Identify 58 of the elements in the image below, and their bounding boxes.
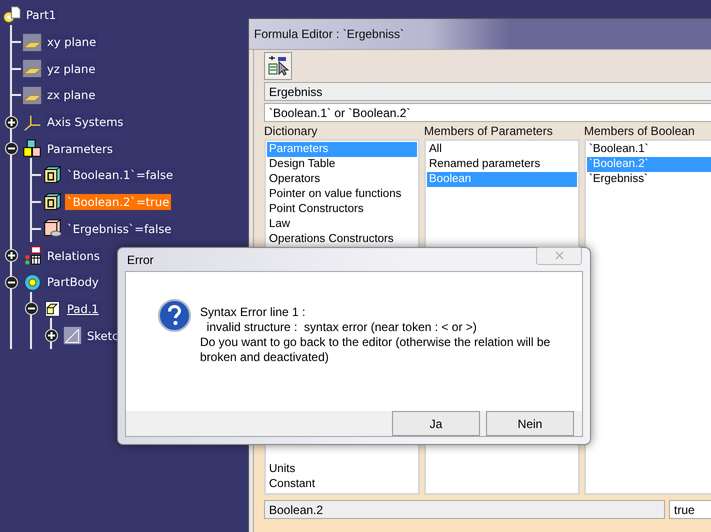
relations-icon [23,246,42,266]
list-item[interactable]: All [427,142,577,157]
tree-item[interactable]: Pad.1 [65,300,101,317]
list-item[interactable]: Units [267,462,417,477]
list-heading: Members of Boolean [584,124,696,139]
plane-icon [23,32,42,52]
plane-icon [23,86,42,105]
list-item[interactable]: Operators [267,172,417,187]
message-text: Do you want to go back to the editor (otherwise the relation will be broken and deactivated) [200,335,552,365]
tree-item[interactable]: Relations [45,248,102,264]
block-icon [43,192,62,212]
message-text: invalid structure : syntax error (near token : < or >) [206,320,478,335]
tree-item[interactable]: Parameters [45,140,115,157]
expand-toggle[interactable] [45,329,58,342]
window-title: Formula Editor : `Ergebniss` [249,19,711,49]
list-heading: Dictionary [264,124,318,139]
list-item[interactable]: Law [267,217,417,232]
tree-item[interactable]: yz plane [45,60,98,77]
plane-icon [23,59,42,78]
tree-item[interactable]: `Boolean.1`=false [65,167,176,184]
expand-toggle[interactable] [5,249,18,262]
tree-item[interactable]: `Ergebniss`=false [65,220,174,237]
dialog-button[interactable]: Nein [486,411,574,436]
tree-item[interactable]: Axis Systems [45,114,126,130]
parameter-name-field[interactable]: Ergebniss [264,82,711,101]
list-item[interactable]: `Boolean.1` [587,142,711,157]
close-icon [552,249,566,262]
block-icon [43,166,62,185]
collapse-toggle[interactable] [25,302,38,316]
list-item[interactable]: Renamed parameters [427,157,577,172]
toolbar-button[interactable] [264,52,292,80]
list-pointer-icon [267,55,289,77]
collapse-toggle[interactable] [5,276,18,289]
list-item[interactable]: Constant [267,477,417,492]
list-heading: Members of Parameters [424,124,554,139]
expand-toggle[interactable] [5,116,18,129]
list-item[interactable]: Point Constructors [267,202,417,217]
list-item[interactable]: Design Table [267,157,417,172]
pad-icon [43,299,62,318]
message-text: Syntax Error line 1 : [200,305,306,320]
collapse-toggle[interactable] [5,142,18,156]
tree-item[interactable]: zx plane [45,87,98,104]
selected-member-field[interactable]: Boolean.2 [264,500,665,519]
tree-item[interactable]: xy plane [45,34,98,50]
value-field[interactable]: true [669,500,711,519]
tree-item[interactable]: PartBody [45,274,101,290]
list-item[interactable]: `Ergebniss` [587,172,711,187]
question-icon [158,299,191,332]
sketch-icon [63,326,82,346]
block-icon [43,219,62,238]
dialog-button[interactable]: Ja [392,411,480,436]
list-item[interactable]: Operations Constructors [267,232,417,247]
blocks-icon [23,139,42,158]
axis-icon [23,112,42,132]
formula-field[interactable]: `Boolean.1` or `Boolean.2` [264,103,711,122]
tree-item[interactable]: Part1 [24,7,58,24]
list-item[interactable]: Pointer on value functions [267,187,417,202]
dialog-title: Error [127,252,154,266]
